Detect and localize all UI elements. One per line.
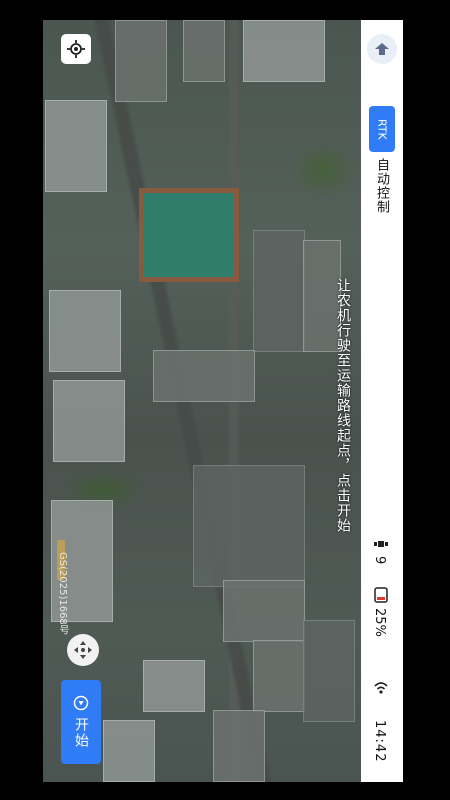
crosshair-icon: [67, 40, 85, 58]
start-button-label: 开始: [73, 717, 89, 749]
instruction-text: 让农机行驶至运输路线起点，点击开始: [335, 278, 351, 533]
satellite-map[interactable]: [43, 20, 361, 782]
map-attribution: GS(2025)1668号: [57, 552, 68, 635]
battery-icon: [372, 586, 391, 604]
satellite-count: 9: [372, 556, 387, 565]
app-screen: 让农机行驶至运输路线起点，点击开始 GS(2025)1668号 开始 RTK 自…: [43, 20, 403, 782]
start-button[interactable]: 开始: [61, 680, 101, 764]
clock-text: 14:42: [372, 720, 387, 763]
sports-court: [139, 188, 239, 282]
locate-button[interactable]: [61, 34, 91, 64]
satellite-icon: [372, 536, 391, 552]
home-button[interactable]: [367, 34, 397, 64]
pan-control-button[interactable]: [67, 634, 99, 666]
battery-percent: 25%: [372, 608, 387, 637]
control-mode-label: 自动控制: [374, 158, 389, 214]
play-circle-icon: [73, 695, 89, 711]
wifi-icon: [373, 680, 389, 696]
status-bar: RTK 自动控制 9 25% 14:42: [361, 20, 403, 782]
move-arrows-icon: [74, 641, 92, 659]
rtk-badge: RTK: [369, 106, 395, 152]
home-arrow-icon: [375, 43, 389, 55]
